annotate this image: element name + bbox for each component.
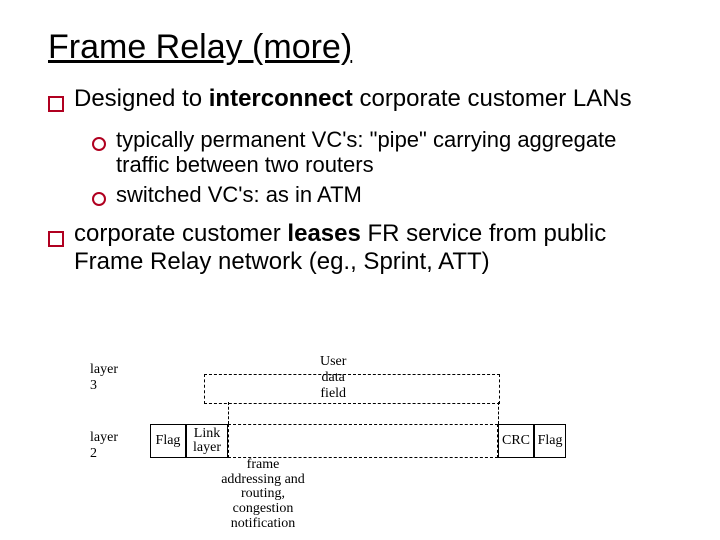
slide-title: Frame Relay (more) (48, 28, 672, 67)
text-bold: interconnect (209, 85, 353, 112)
bullet-text: corporate customer leases FR service fro… (74, 220, 672, 278)
layer2-label: layer 2 (90, 430, 118, 462)
layer3-label: layer 3 (90, 362, 118, 394)
subbullet-switched-vc: switched VC's: as in ATM (92, 182, 672, 212)
circle-bullet-icon (92, 131, 106, 178)
frame-addressing-label: frame addressing and routing, congestion… (218, 458, 308, 531)
text-post: corporate customer LANs (353, 85, 632, 112)
layer3-row (204, 374, 500, 404)
dashed-connector (498, 402, 499, 424)
bullet-item-leases: corporate customer leases FR service fro… (48, 220, 672, 278)
square-bullet-icon (48, 226, 64, 278)
link-layer-box: Link layer (186, 424, 228, 458)
circle-bullet-icon (92, 186, 106, 212)
user-data-box (204, 374, 500, 404)
layer2-row: Flag Link layer CRC Flag (150, 424, 566, 458)
subbullet-text: typically permanent VC's: "pipe" carryin… (116, 127, 672, 178)
text-bold: leases (287, 220, 360, 247)
crc-box: CRC (498, 424, 534, 458)
flag-box: Flag (534, 424, 566, 458)
text-pre: Designed to (74, 85, 209, 112)
square-bullet-icon (48, 91, 64, 119)
payload-box (228, 424, 498, 458)
dashed-connector (228, 402, 229, 424)
slide: Frame Relay (more) Designed to interconn… (0, 0, 720, 540)
subbullet-text: switched VC's: as in ATM (116, 182, 672, 212)
flag-box: Flag (150, 424, 186, 458)
bullet-item-designed: Designed to interconnect corporate custo… (48, 85, 672, 119)
subbullet-permanent-vc: typically permanent VC's: "pipe" carryin… (92, 127, 672, 178)
bullet-text: Designed to interconnect corporate custo… (74, 85, 672, 119)
text-pre: corporate customer (74, 220, 287, 247)
